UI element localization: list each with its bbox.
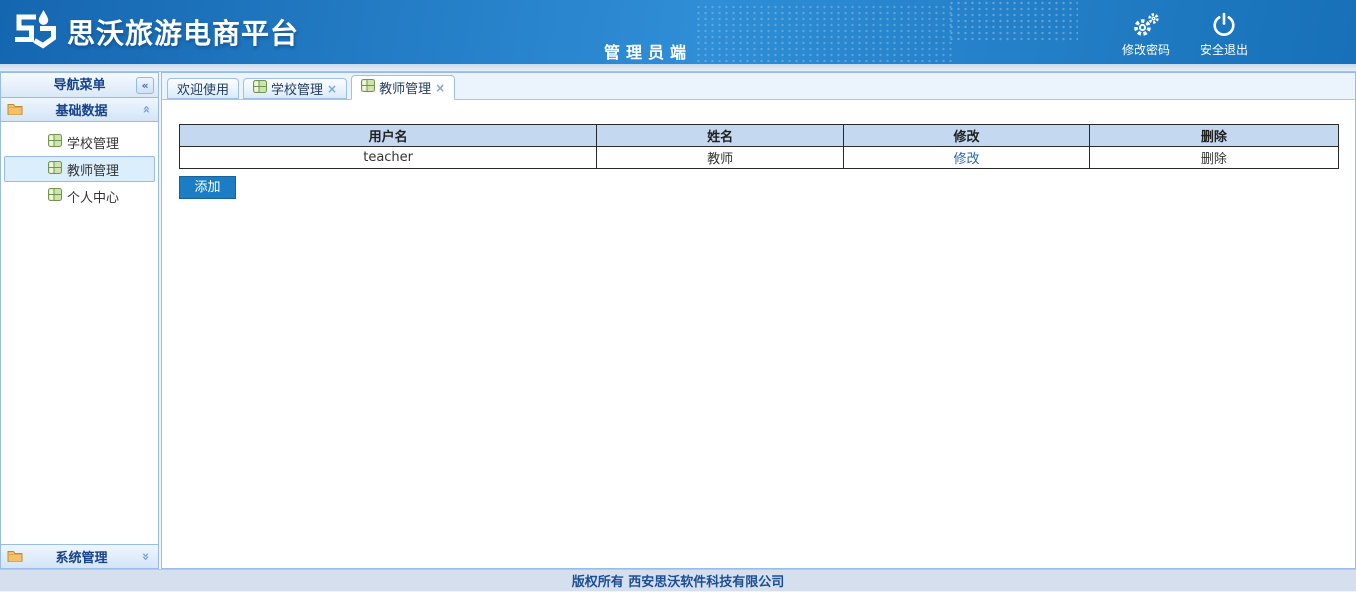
add-button[interactable]: 添加 — [179, 176, 236, 199]
sidebar-item-personal-center[interactable]: 个人中心 — [4, 183, 155, 209]
table-row: teacher 教师 修改 删除 — [180, 147, 1339, 169]
copyright-text: 版权所有 西安思沃软件科技有限公司 — [572, 571, 785, 590]
role-title: 管理员端 — [604, 39, 692, 63]
tab-school-management[interactable]: 学校管理 × — [243, 78, 347, 99]
sidebar-item-teacher-management[interactable]: 教师管理 — [4, 156, 155, 182]
world-map-dots-decoration — [948, 0, 1078, 42]
accordion-header-system-management[interactable]: 系统管理 « — [1, 544, 158, 568]
tab-bar: 欢迎使用 学校管理 × — [162, 73, 1355, 100]
sidebar-item-school-management[interactable]: 学校管理 — [4, 129, 155, 155]
navigation-sidebar: 导航菜单 « 基础数据 « — [0, 72, 159, 569]
tab-welcome[interactable]: 欢迎使用 — [167, 78, 239, 99]
grid-icon — [48, 188, 62, 205]
column-header-name: 姓名 — [597, 125, 844, 147]
close-icon[interactable]: × — [435, 81, 445, 95]
chevron-down-icon: « — [139, 551, 154, 563]
accordion-header-basic-data[interactable]: 基础数据 « — [1, 98, 158, 122]
sidebar-collapse-button[interactable]: « — [136, 77, 154, 94]
chevron-up-icon: « — [139, 104, 154, 116]
app-window: 思沃旅游电商平台 管理员端 修改密码 — [0, 0, 1356, 592]
teacher-table: 用户名 姓名 修改 删除 teacher 教师 修改 删除 — [179, 124, 1339, 169]
table-header-row: 用户名 姓名 修改 删除 — [180, 125, 1339, 147]
footer-bar: 版权所有 西安思沃软件科技有限公司 — [0, 569, 1356, 591]
brand-title: 思沃旅游电商平台 — [67, 12, 299, 52]
sidebar-item-label: 学校管理 — [67, 133, 119, 152]
close-icon[interactable]: × — [327, 82, 337, 96]
grid-icon — [253, 80, 267, 97]
brand-logo: 思沃旅游电商平台 — [12, 9, 299, 55]
change-password-button[interactable]: 修改密码 — [1120, 10, 1172, 58]
cell-name: 教师 — [597, 147, 844, 169]
tab-label: 教师管理 — [379, 78, 431, 97]
column-header-username: 用户名 — [180, 125, 597, 147]
column-header-delete: 删除 — [1089, 125, 1338, 147]
header-divider-strip — [0, 64, 1356, 72]
sidebar-menu: 学校管理 教师管理 — [1, 122, 158, 210]
grid-icon — [48, 134, 62, 151]
grid-icon — [48, 161, 62, 178]
delete-link[interactable]: 删除 — [1089, 147, 1338, 169]
tab-teacher-management[interactable]: 教师管理 × — [351, 75, 455, 100]
folder-icon — [7, 100, 23, 119]
header-actions: 修改密码 安全退出 — [1120, 10, 1250, 58]
edit-link[interactable]: 修改 — [844, 147, 1090, 169]
main-area: 导航菜单 « 基础数据 « — [0, 72, 1356, 569]
sidebar-title: 导航菜单 — [53, 78, 105, 93]
sidebar-item-label: 教师管理 — [67, 160, 119, 179]
siwo-logo-icon — [12, 9, 60, 55]
power-icon — [1211, 10, 1237, 38]
content-panel: 欢迎使用 学校管理 × — [161, 72, 1356, 569]
world-map-dots-decoration — [695, 4, 955, 62]
accordion-label: 系统管理 — [23, 547, 140, 566]
grid-icon — [361, 79, 375, 96]
top-header: 思沃旅游电商平台 管理员端 修改密码 — [0, 0, 1356, 64]
logout-label: 安全退出 — [1200, 41, 1248, 58]
sidebar-title-bar: 导航菜单 « — [1, 73, 158, 98]
change-password-label: 修改密码 — [1122, 41, 1170, 58]
sidebar-item-label: 个人中心 — [67, 187, 119, 206]
tab-label: 学校管理 — [271, 79, 323, 98]
folder-icon — [7, 547, 23, 566]
tab-content: 用户名 姓名 修改 删除 teacher 教师 修改 删除 — [162, 100, 1355, 568]
gears-icon — [1131, 10, 1161, 38]
tab-label: 欢迎使用 — [177, 79, 229, 98]
logout-button[interactable]: 安全退出 — [1198, 10, 1250, 58]
accordion-label: 基础数据 — [23, 100, 140, 119]
column-header-edit: 修改 — [844, 125, 1090, 147]
cell-username: teacher — [180, 147, 597, 169]
